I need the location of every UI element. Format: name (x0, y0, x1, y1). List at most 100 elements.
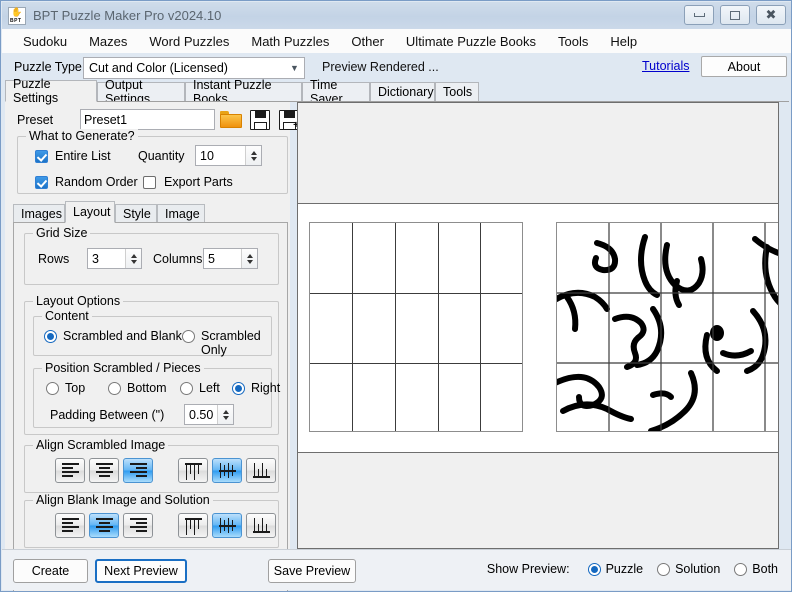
columns-stepper[interactable]: 5 (203, 248, 258, 269)
quantity-stepper[interactable]: 10 (195, 145, 262, 166)
menu-other[interactable]: Other (340, 31, 395, 52)
radio-position-right[interactable] (232, 382, 245, 395)
radio-scrambled-only[interactable] (182, 330, 195, 343)
show-preview-group: Show Preview: Puzzle Solution Both (487, 562, 778, 576)
random-order-label: Random Order (55, 175, 138, 189)
tab-images[interactable]: Images (13, 204, 65, 223)
padding-value: 0.50 (185, 408, 217, 422)
blank-puzzle-grid (309, 222, 523, 432)
radio-puzzle[interactable] (588, 563, 601, 576)
puzzle-artwork (557, 223, 778, 432)
puzzle-type-select[interactable]: Cut and Color (Licensed) ▼ (83, 57, 305, 79)
align-blank-middle-button[interactable] (212, 513, 242, 538)
tab-dictionary[interactable]: Dictionary (370, 82, 435, 102)
close-button[interactable]: ✖ (756, 5, 786, 25)
tab-tools[interactable]: Tools (435, 82, 479, 102)
show-preview-both[interactable]: Both (734, 562, 778, 576)
menu-ultimate-puzzle-books[interactable]: Ultimate Puzzle Books (395, 31, 547, 52)
align-scrambled-left-button[interactable] (55, 458, 85, 483)
open-preset-button[interactable] (220, 108, 244, 131)
what-to-generate-group: What to Generate? Entire List Quantity 1… (17, 136, 288, 194)
align-scrambled-right-button[interactable] (123, 458, 153, 483)
quantity-spin-buttons[interactable] (245, 146, 261, 165)
grid-size-title: Grid Size (33, 226, 90, 240)
align-middle-icon (219, 518, 236, 533)
entire-list-checkbox[interactable] (35, 150, 48, 163)
puzzle-type-value: Cut and Color (Licensed) (84, 61, 285, 75)
maximize-button[interactable] (720, 5, 750, 25)
tab-style[interactable]: Style (115, 204, 157, 223)
tab-output-settings[interactable]: Output Settings (97, 82, 185, 102)
random-order-checkbox[interactable] (35, 176, 48, 189)
menu-tools[interactable]: Tools (547, 31, 599, 52)
radio-scrambled-and-blank[interactable] (44, 330, 57, 343)
preview-panel[interactable] (297, 102, 779, 549)
tab-time-saver[interactable]: Time Saver (302, 82, 370, 102)
align-center-icon (96, 463, 113, 478)
rows-spin-buttons[interactable] (125, 249, 141, 268)
menu-sudoku[interactable]: Sudoku (12, 31, 78, 52)
tutorials-link[interactable]: Tutorials (642, 59, 689, 73)
rows-label: Rows (38, 252, 69, 266)
align-scrambled-center-button[interactable] (89, 458, 119, 483)
padding-spin-buttons[interactable] (217, 405, 233, 424)
tab-instant-puzzle-books[interactable]: Instant Puzzle Books (185, 82, 302, 102)
align-top-icon (185, 518, 202, 533)
radio-position-bottom[interactable] (108, 382, 121, 395)
tab-image[interactable]: Image (157, 204, 205, 223)
puzzle-type-label: Puzzle Type (14, 60, 82, 74)
position-title: Position Scrambled / Pieces (42, 361, 204, 375)
align-scrambled-top-button[interactable] (178, 458, 208, 483)
align-scrambled-middle-button[interactable] (212, 458, 242, 483)
show-preview-puzzle[interactable]: Puzzle (588, 562, 644, 576)
next-preview-button[interactable]: Next Preview (95, 559, 187, 583)
show-preview-solution[interactable]: Solution (657, 562, 720, 576)
align-blank-left-button[interactable] (55, 513, 85, 538)
align-blank-right-button[interactable] (123, 513, 153, 538)
align-blank-bottom-button[interactable] (246, 513, 276, 538)
rows-stepper[interactable]: 3 (87, 248, 142, 269)
title-bar: ✋BPT BPT Puzzle Maker Pro v2024.10 ✖ (2, 2, 792, 29)
menu-mazes[interactable]: Mazes (78, 31, 138, 52)
about-button[interactable]: About (701, 56, 787, 77)
save-preview-button[interactable]: Save Preview (268, 559, 356, 583)
preset-input[interactable] (80, 109, 215, 130)
save-preset-button[interactable] (249, 108, 273, 131)
menu-word-puzzles[interactable]: Word Puzzles (138, 31, 240, 52)
align-blank-center-button[interactable] (89, 513, 119, 538)
align-left-icon (62, 463, 79, 478)
tab-puzzle-settings[interactable]: Puzzle Settings (5, 80, 97, 102)
radio-solution[interactable] (657, 563, 670, 576)
preview-page (298, 203, 778, 453)
application-window: ✋BPT BPT Puzzle Maker Pro v2024.10 ✖ Sud… (0, 0, 792, 592)
window-controls: ✖ (684, 5, 786, 25)
menu-help[interactable]: Help (599, 31, 648, 52)
align-scrambled-bottom-button[interactable] (246, 458, 276, 483)
padding-label: Padding Between (") (50, 408, 164, 422)
minimize-button[interactable] (684, 5, 714, 25)
menu-math-puzzles[interactable]: Math Puzzles (240, 31, 340, 52)
radio-position-top[interactable] (46, 382, 59, 395)
window-title: BPT Puzzle Maker Pro v2024.10 (33, 8, 221, 23)
layout-options-title: Layout Options (33, 294, 123, 308)
padding-stepper[interactable]: 0.50 (184, 404, 234, 425)
align-blank-top-button[interactable] (178, 513, 208, 538)
scrambled-puzzle-image (556, 222, 778, 432)
solution-label: Solution (675, 562, 720, 576)
align-bottom-icon (253, 463, 270, 478)
create-button[interactable]: Create (13, 559, 88, 583)
position-right-label: Right (251, 381, 280, 395)
radio-both[interactable] (734, 563, 747, 576)
radio-position-left[interactable] (180, 382, 193, 395)
align-right-icon (130, 463, 147, 478)
align-scrambled-title: Align Scrambled Image (33, 438, 168, 452)
position-top-label: Top (65, 381, 85, 395)
columns-spin-buttons[interactable] (241, 249, 257, 268)
what-to-generate-title: What to Generate? (26, 129, 138, 143)
align-scrambled-group: Align Scrambled Image (24, 445, 279, 493)
export-parts-checkbox[interactable] (143, 176, 156, 189)
entire-list-label: Entire List (55, 149, 111, 163)
columns-label: Columns (153, 252, 202, 266)
tab-layout[interactable]: Layout (65, 201, 115, 223)
settings-panel: Preset + What to Generate? En (5, 102, 290, 549)
